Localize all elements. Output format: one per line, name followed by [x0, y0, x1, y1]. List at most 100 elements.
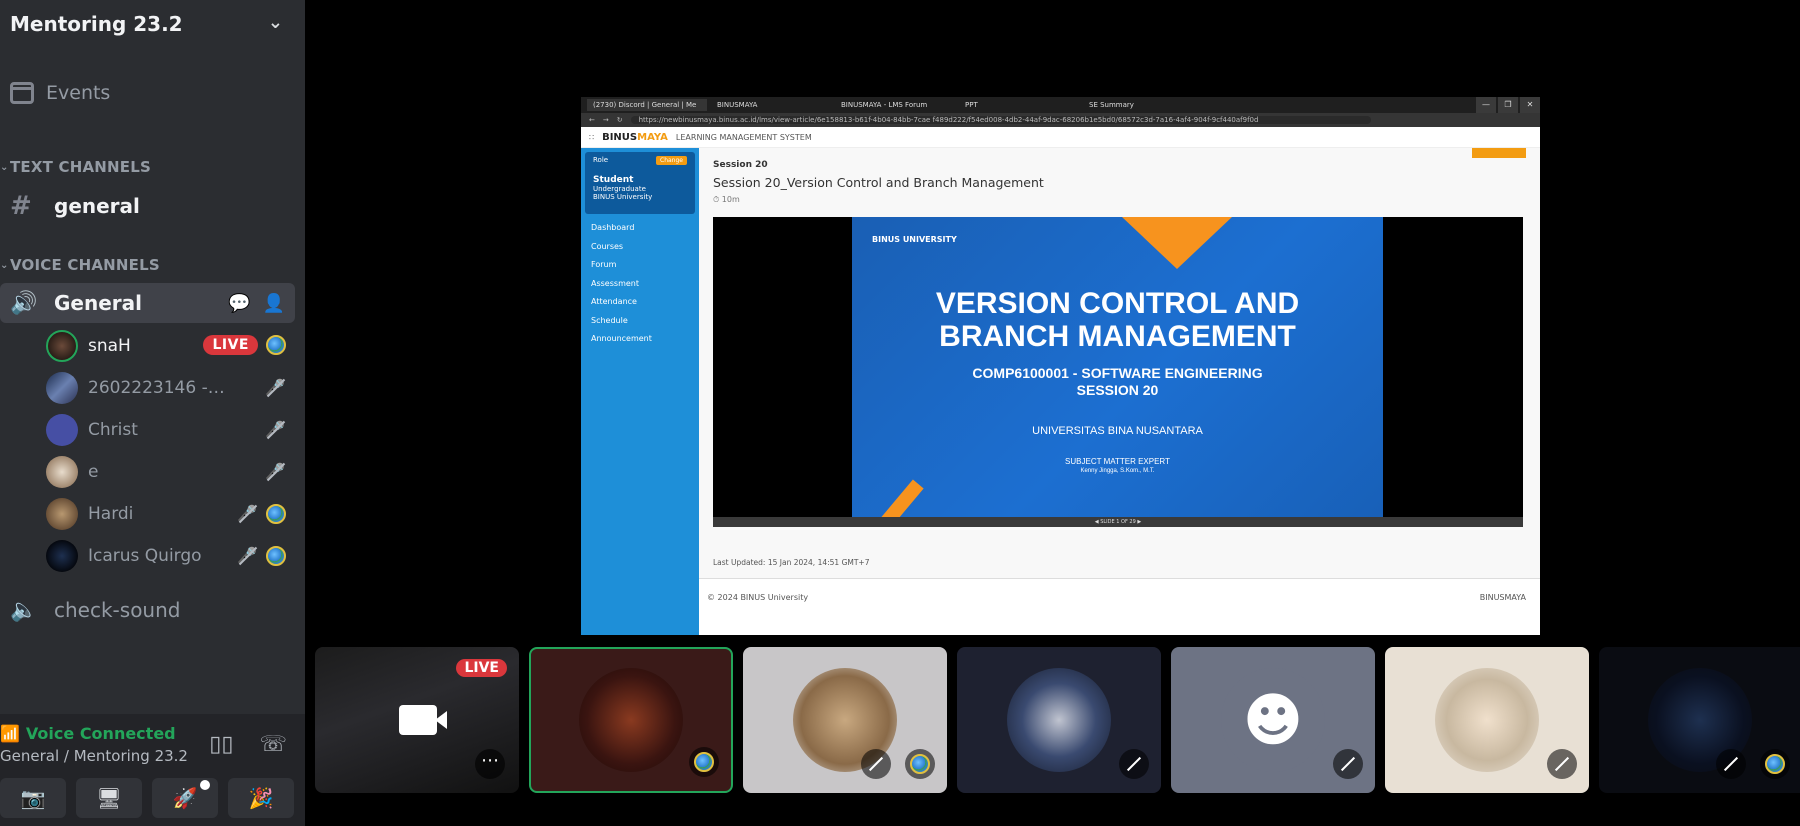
camera-off-button[interactable]: 📷	[0, 778, 66, 818]
maximize-icon[interactable]: ❐	[1498, 97, 1518, 113]
forward-icon[interactable]: →	[603, 116, 609, 124]
user-name: Hardi	[88, 504, 134, 524]
avatar	[46, 414, 78, 446]
next-slide-icon[interactable]: ▶	[1137, 519, 1141, 525]
session-label: Session 20	[713, 160, 768, 170]
voice-connection-panel: 📶 Voice Connected General / Mentoring 23…	[0, 714, 305, 826]
nav-forum[interactable]: Forum	[581, 255, 699, 274]
tile-screen-share[interactable]: LIVE ⋯	[315, 647, 519, 793]
change-role-button[interactable]: Change	[656, 156, 687, 165]
voice-status-label: Voice Connected	[25, 724, 176, 743]
live-badge: LIVE	[203, 335, 258, 355]
activity-globe-icon	[689, 747, 719, 777]
user-name: Icarus Quirgo	[88, 546, 202, 566]
camera-off-icon: 📷	[20, 786, 46, 810]
nav-announcement[interactable]: Announcement	[581, 329, 699, 348]
soundboard-button[interactable]: 🎉	[228, 778, 294, 818]
footer-brand: BINUSMAYA	[1479, 593, 1526, 602]
voice-user-snah[interactable]: snaH LIVE	[46, 328, 296, 364]
text-channels-category[interactable]: ⌄ TEXT CHANNELS	[0, 158, 151, 176]
voice-channel-general[interactable]: 🔊 General 💬 👤	[0, 283, 295, 323]
browser-tab[interactable]: (2730) Discord | General | Me	[587, 99, 707, 111]
nav-courses[interactable]: Courses	[581, 237, 699, 256]
browser-tab[interactable]: SE Summary	[1083, 99, 1203, 111]
browser-tab[interactable]: PPT	[959, 99, 1079, 111]
mic-muted-icon	[861, 749, 891, 779]
screen-share-stage[interactable]: (2730) Discord | General | Me BINUSMAYA …	[581, 97, 1540, 635]
slide-controls: ◀ SLIDE 1 OF 29 ▶	[713, 517, 1523, 527]
apps-grid-icon[interactable]: ∷	[589, 133, 594, 142]
voice-location[interactable]: General / Mentoring 23.2	[0, 747, 188, 765]
slide-sme-label: SUBJECT MATTER EXPERT	[1065, 457, 1170, 466]
session-title: Session 20_Version Control and Branch Ma…	[713, 175, 1044, 190]
events-item[interactable]: Events	[10, 78, 110, 108]
activity-globe-icon	[266, 504, 286, 524]
voice-status[interactable]: 📶 Voice Connected	[0, 724, 176, 743]
activity-globe-icon	[266, 546, 286, 566]
lms-sidebar: Role Change Student Undergraduate BINUS …	[581, 148, 699, 635]
user-name: 2602223146 - Zefa...	[88, 378, 228, 398]
tile-snah[interactable]	[529, 647, 733, 793]
mic-muted-icon: 🎤	[237, 504, 257, 523]
chat-icon[interactable]: 💬	[228, 293, 250, 314]
nav-schedule[interactable]: Schedule	[581, 311, 699, 330]
voice-user-christ[interactable]: Christ 🎤	[46, 412, 296, 448]
close-icon[interactable]: ✕	[1520, 97, 1540, 113]
voice-user-hardi[interactable]: Hardi 🎤	[46, 496, 296, 532]
role-label: Role	[593, 156, 609, 164]
voice-channel-check-sound[interactable]: 🔈 check-sound	[0, 590, 295, 630]
nav-assessment[interactable]: Assessment	[581, 274, 699, 293]
tile-e[interactable]	[1385, 647, 1589, 793]
nav-dashboard[interactable]: Dashboard	[581, 218, 699, 237]
invite-user-icon[interactable]: 👤	[263, 293, 285, 314]
footer-copyright: © 2024 BINUS University	[707, 593, 809, 602]
disconnect-icon[interactable]: ☏	[259, 732, 287, 757]
noise-suppression-icon[interactable]: ▯▯	[209, 732, 233, 757]
slide-person: Kenny Jingga, S.Kom., M.T.	[1080, 468, 1155, 474]
mic-muted-icon: 🎤	[265, 378, 285, 397]
tile-zefa[interactable]	[957, 647, 1161, 793]
tile-icarus[interactable]	[1599, 647, 1800, 793]
url-field[interactable]: https://newbinusmaya.binus.ac.id/lms/vie…	[630, 116, 1371, 124]
lms-content: Session 20 Session 20_Version Control an…	[699, 148, 1540, 635]
browser-tab[interactable]: BINUSMAYA	[711, 99, 831, 111]
channel-label: general	[54, 194, 140, 218]
back-icon[interactable]: ←	[589, 116, 595, 124]
channel-label: General	[54, 291, 142, 315]
reload-icon[interactable]: ↻	[617, 116, 623, 124]
mic-muted-icon	[1547, 749, 1577, 779]
activities-button[interactable]: 🚀	[152, 778, 218, 818]
voice-channels-category[interactable]: ⌄ VOICE CHANNELS	[0, 256, 160, 274]
mic-muted-icon: 🎤	[265, 462, 285, 481]
prev-slide-icon[interactable]: ◀	[1095, 519, 1099, 525]
nav-attendance[interactable]: Attendance	[581, 292, 699, 311]
screen-share-button[interactable]: 🖥	[76, 778, 142, 818]
browser-tab[interactable]: BINUSMAYA - LMS Forum	[835, 99, 955, 111]
slide-decoration	[1122, 217, 1232, 269]
hash-icon: #	[10, 191, 32, 221]
voice-user-icarus[interactable]: Icarus Quirgo 🎤	[46, 538, 296, 574]
slide-player[interactable]: BINUS UNIVERSITY VERSION CONTROL AND BRAN…	[713, 217, 1523, 527]
chevron-down-icon[interactable]: ⌄	[268, 12, 283, 33]
voice-user-zefa[interactable]: 2602223146 - Zefa... 🎤	[46, 370, 296, 406]
tile-christ[interactable]: ☻	[1171, 647, 1375, 793]
mic-muted-icon	[1119, 749, 1149, 779]
role-university: BINUS University	[593, 193, 653, 201]
voice-user-e[interactable]: e 🎤	[46, 454, 296, 490]
activity-globe-icon	[1760, 749, 1790, 779]
more-icon[interactable]: ⋯	[475, 749, 505, 779]
slide-decoration	[874, 479, 924, 517]
server-header[interactable]: Mentoring 23.2 ⌄	[0, 0, 305, 48]
soundboard-icon: 🎉	[248, 786, 274, 810]
user-name: snaH	[88, 336, 131, 356]
tile-hardi[interactable]	[743, 647, 947, 793]
server-name: Mentoring 23.2	[10, 12, 183, 36]
channel-general-text[interactable]: # general	[0, 186, 295, 226]
avatar	[1007, 668, 1111, 772]
role-level: Undergraduate	[593, 185, 646, 193]
video-camera-icon	[399, 705, 447, 735]
minimize-icon[interactable]: —	[1476, 97, 1496, 113]
events-label: Events	[46, 82, 111, 104]
action-button[interactable]	[1472, 148, 1526, 158]
avatar	[46, 456, 78, 488]
